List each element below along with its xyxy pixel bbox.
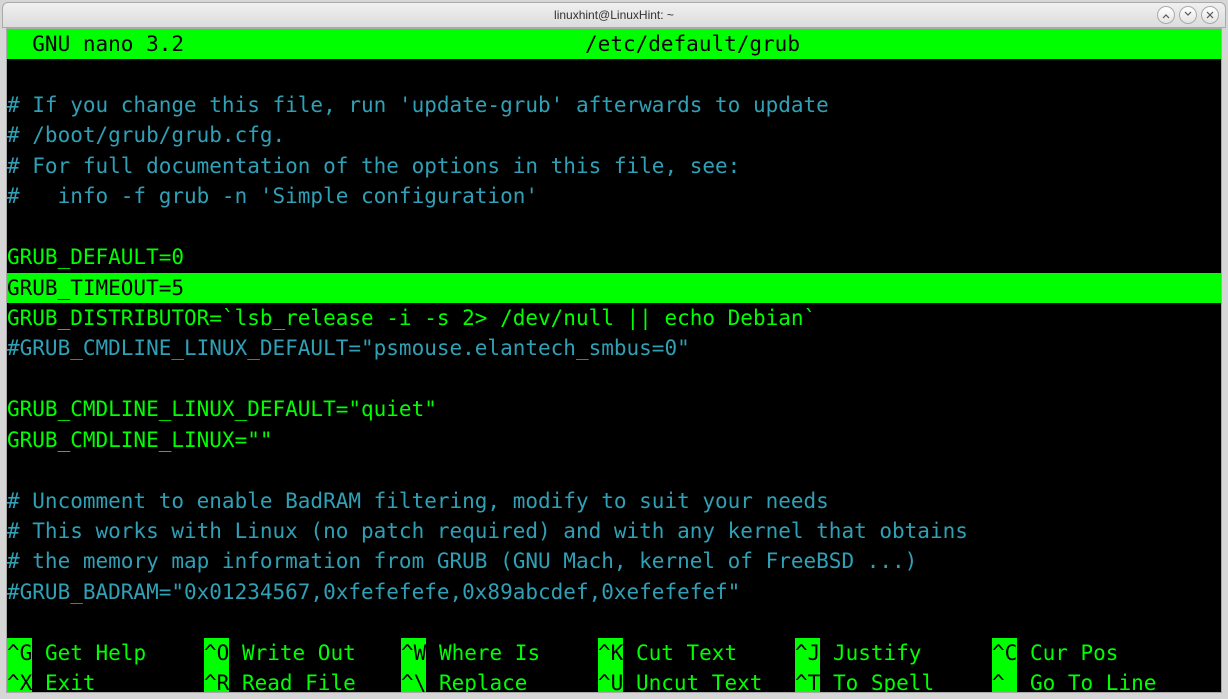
- editor-line: GRUB_CMDLINE_LINUX_DEFAULT="quiet": [7, 394, 1221, 424]
- editor-line: GRUB_DEFAULT=0: [7, 242, 1221, 272]
- nano-shortcut: ^O Write Out: [204, 638, 401, 668]
- minimize-button[interactable]: [1157, 6, 1175, 24]
- window-controls: [1157, 6, 1219, 24]
- editor-line: [7, 59, 1221, 89]
- terminal[interactable]: GNU nano 3.2 /etc/default/grub # If you …: [6, 28, 1222, 693]
- shortcut-label: Where Is: [426, 638, 540, 668]
- shortcut-key: ^O: [204, 638, 229, 668]
- editor-line: [7, 364, 1221, 394]
- nano-shortcut: ^\ Replace: [401, 668, 598, 693]
- shortcut-label: Cur Pos: [1017, 638, 1118, 668]
- editor-line: [7, 455, 1221, 485]
- shortcut-key: ^U: [598, 668, 623, 693]
- close-button[interactable]: [1201, 6, 1219, 24]
- nano-filename: /etc/default/grub: [184, 29, 1201, 59]
- shortcut-label: Exit: [32, 668, 95, 693]
- nano-shortcut: ^J Justify: [795, 638, 992, 668]
- shortcut-key: ^T: [795, 668, 820, 693]
- maximize-icon: [1184, 11, 1192, 19]
- shortcut-label: Go To Line: [1017, 668, 1156, 693]
- shortcut-key: ^_: [992, 668, 1017, 693]
- shortcut-key: ^C: [992, 638, 1017, 668]
- window-title: linuxhint@LinuxHint: ~: [554, 8, 674, 22]
- editor-line: # /boot/grub/grub.cfg.: [7, 120, 1221, 150]
- shortcut-label: Uncut Text: [623, 668, 762, 693]
- editor-content[interactable]: # If you change this file, run 'update-g…: [7, 59, 1221, 637]
- nano-shortcut: ^U Uncut Text: [598, 668, 795, 693]
- editor-line: #GRUB_BADRAM="0x01234567,0xfefefefe,0x89…: [7, 577, 1221, 607]
- minimize-icon: [1162, 11, 1170, 19]
- editor-line: # Uncomment to enable BadRAM filtering, …: [7, 486, 1221, 516]
- window-titlebar: linuxhint@LinuxHint: ~: [2, 2, 1226, 28]
- shortcut-key: ^R: [204, 668, 229, 693]
- nano-shortcuts: ^G Get Help^O Write Out^W Where Is^K Cut…: [7, 638, 1221, 693]
- shortcut-row-2: ^X Exit^R Read File^\ Replace^U Uncut Te…: [7, 668, 1221, 693]
- editor-line: # the memory map information from GRUB (…: [7, 546, 1221, 576]
- editor-line: GRUB_TIMEOUT=5: [7, 273, 1221, 303]
- editor-line: GRUB_DISTRIBUTOR=`lsb_release -i -s 2> /…: [7, 303, 1221, 333]
- nano-shortcut: ^X Exit: [7, 668, 204, 693]
- editor-line: # info -f grub -n 'Simple configuration': [7, 181, 1221, 211]
- shortcut-label: Justify: [820, 638, 921, 668]
- shortcut-label: Get Help: [32, 638, 146, 668]
- shortcut-label: Cut Text: [623, 638, 737, 668]
- nano-shortcut: ^K Cut Text: [598, 638, 795, 668]
- editor-line: [7, 607, 1221, 637]
- shortcut-key: ^J: [795, 638, 820, 668]
- shortcut-row-1: ^G Get Help^O Write Out^W Where Is^K Cut…: [7, 638, 1221, 668]
- shortcut-label: To Spell: [820, 668, 934, 693]
- shortcut-key: ^X: [7, 668, 32, 693]
- shortcut-key: ^\: [401, 668, 426, 693]
- editor-line: # For full documentation of the options …: [7, 151, 1221, 181]
- shortcut-label: Replace: [426, 668, 527, 693]
- shortcut-key: ^K: [598, 638, 623, 668]
- editor-line: # If you change this file, run 'update-g…: [7, 90, 1221, 120]
- editor-line: [7, 212, 1221, 242]
- nano-shortcut: ^G Get Help: [7, 638, 204, 668]
- nano-shortcut: ^_ Go To Line: [992, 668, 1189, 693]
- editor-line: # This works with Linux (no patch requir…: [7, 516, 1221, 546]
- shortcut-key: ^W: [401, 638, 426, 668]
- shortcut-label: Write Out: [229, 638, 355, 668]
- nano-shortcut: ^R Read File: [204, 668, 401, 693]
- shortcut-label: Read File: [229, 668, 355, 693]
- editor-line: #GRUB_CMDLINE_LINUX_DEFAULT="psmouse.ela…: [7, 333, 1221, 363]
- nano-shortcut: ^W Where Is: [401, 638, 598, 668]
- nano-header: GNU nano 3.2 /etc/default/grub: [7, 29, 1221, 59]
- nano-app-version: GNU nano 3.2: [7, 29, 184, 59]
- editor-line: GRUB_CMDLINE_LINUX="": [7, 425, 1221, 455]
- nano-shortcut: ^T To Spell: [795, 668, 992, 693]
- maximize-button[interactable]: [1179, 6, 1197, 24]
- nano-shortcut: ^C Cur Pos: [992, 638, 1189, 668]
- close-icon: [1206, 11, 1214, 19]
- shortcut-key: ^G: [7, 638, 32, 668]
